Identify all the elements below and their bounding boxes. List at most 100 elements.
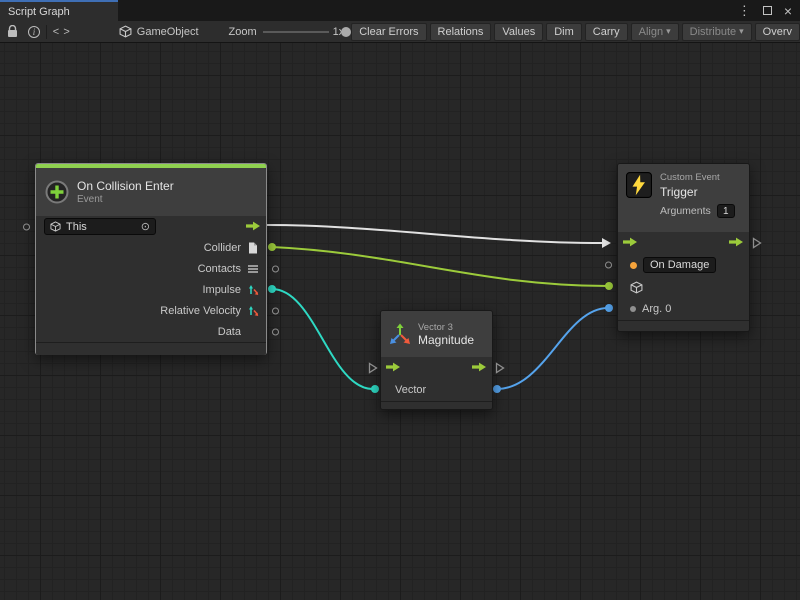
- port-row-collider[interactable]: Collider: [36, 237, 266, 258]
- arg0-row[interactable]: Arg. 0: [618, 298, 749, 320]
- event-name-row[interactable]: On Damage: [618, 254, 749, 276]
- flow-out-port-unconnected[interactable]: [752, 237, 762, 249]
- port-dot-impulse[interactable]: [268, 285, 276, 293]
- arguments-count-field[interactable]: 1: [717, 204, 735, 218]
- target-row[interactable]: [618, 276, 749, 298]
- vector3-mini-icon: [246, 305, 259, 317]
- gameobject-label: GameObject: [137, 26, 199, 38]
- wire-flow-arrowhead: [602, 238, 611, 248]
- port-dot-target[interactable]: [605, 282, 613, 290]
- vector3-mini-icon: [246, 284, 259, 296]
- document-icon: [246, 242, 259, 254]
- port-row-data[interactable]: Data: [36, 321, 266, 342]
- event-icon: [44, 179, 70, 205]
- node-body: Vector: [381, 357, 492, 401]
- graph-canvas[interactable]: On Collision Enter Event This ⊙: [0, 43, 800, 600]
- flow-in-port[interactable]: [386, 359, 401, 377]
- flow-out-port[interactable]: [246, 218, 261, 236]
- node-title: On Collision Enter: [77, 179, 174, 193]
- relations-button[interactable]: Relations: [430, 23, 492, 41]
- lightning-icon: [626, 172, 652, 198]
- node-type-label: Custom Event: [660, 172, 741, 183]
- vector3-icon: [389, 323, 411, 345]
- node-header[interactable]: Vector 3 Magnitude: [381, 311, 492, 357]
- arg0-label: Arg. 0: [642, 303, 671, 315]
- align-button[interactable]: Align▾: [631, 23, 679, 41]
- port-row-relative-velocity[interactable]: Relative Velocity: [36, 300, 266, 321]
- distribute-button[interactable]: Distribute▾: [682, 23, 752, 41]
- node-title: Trigger: [660, 185, 741, 199]
- relative-velocity-port[interactable]: [272, 307, 279, 314]
- node-header[interactable]: Custom Event Trigger Arguments 1: [618, 164, 749, 232]
- arg-port-dot: [630, 306, 636, 312]
- wire-magnitude[interactable]: [497, 308, 608, 389]
- this-dropdown[interactable]: This ⊙: [44, 218, 156, 235]
- overview-button[interactable]: Overv: [755, 23, 800, 41]
- target-port[interactable]: [23, 223, 30, 230]
- clear-errors-button[interactable]: Clear Errors: [351, 23, 426, 41]
- tab-label: Script Graph: [8, 6, 70, 18]
- unity-visual-scripting-window: Script Graph ⋮ × i < > GameObject Zoom 1…: [0, 0, 800, 600]
- lock-icon[interactable]: [7, 25, 18, 38]
- target-row: This ⊙: [36, 216, 266, 237]
- code-icon[interactable]: < >: [53, 26, 71, 38]
- event-name-port[interactable]: [605, 262, 612, 269]
- flow-out-port[interactable]: [472, 359, 487, 377]
- wire-flow[interactable]: [267, 225, 603, 243]
- toolbar-separator: [46, 25, 47, 39]
- graph-toolbar: i < > GameObject Zoom 1x Clear Errors Re…: [0, 21, 800, 43]
- vector-input-row[interactable]: Vector: [381, 379, 492, 401]
- flow-row: [381, 357, 492, 379]
- data-port[interactable]: [272, 328, 279, 335]
- arguments-label: Arguments: [660, 205, 711, 217]
- node-trigger-custom-event[interactable]: Custom Event Trigger Arguments 1: [617, 163, 750, 332]
- values-button[interactable]: Values: [494, 23, 543, 41]
- flow-row: [618, 232, 749, 254]
- port-row-contacts[interactable]: Contacts: [36, 258, 266, 279]
- window-menu-icon[interactable]: ⋮: [738, 4, 751, 17]
- node-type-label: Vector 3: [418, 322, 474, 333]
- flow-out-port[interactable]: [729, 234, 744, 252]
- port-dot-collider[interactable]: [268, 243, 276, 251]
- event-name-field[interactable]: On Damage: [643, 257, 716, 273]
- port-row-impulse[interactable]: Impulse: [36, 279, 266, 300]
- target-value: This: [66, 221, 87, 233]
- chevron-down-icon: ▾: [739, 26, 744, 37]
- info-icon[interactable]: i: [28, 26, 40, 38]
- port-dot-magnitude-out[interactable]: [493, 385, 501, 393]
- wire-impulse[interactable]: [272, 289, 373, 389]
- node-title: Magnitude: [418, 333, 474, 347]
- port-dot-arg0[interactable]: [605, 304, 613, 312]
- node-on-collision-enter[interactable]: On Collision Enter Event This ⊙: [35, 163, 267, 355]
- node-footer: [381, 401, 492, 409]
- flow-out-port-unconnected[interactable]: [495, 362, 505, 374]
- wire-collider[interactable]: [272, 247, 608, 286]
- dim-button[interactable]: Dim: [546, 23, 582, 41]
- port-dot-vector-in[interactable]: [371, 385, 379, 393]
- node-header[interactable]: On Collision Enter Event: [36, 168, 266, 216]
- zoom-label: Zoom: [229, 26, 257, 38]
- close-icon[interactable]: ×: [784, 4, 792, 18]
- cube-icon: [630, 281, 643, 294]
- chevron-down-icon: ▾: [666, 26, 671, 37]
- flow-in-port[interactable]: [623, 234, 638, 252]
- node-body: This ⊙ Collider Contacts: [36, 216, 266, 342]
- maximize-icon[interactable]: [763, 6, 772, 15]
- string-port-dot: [630, 262, 637, 269]
- node-magnitude[interactable]: Vector 3 Magnitude: [380, 310, 493, 410]
- carry-button[interactable]: Carry: [585, 23, 628, 41]
- window-controls: ⋮ ×: [738, 0, 800, 21]
- node-footer: [618, 320, 749, 331]
- flow-in-port-unconnected[interactable]: [368, 362, 378, 374]
- node-footer: [36, 342, 266, 355]
- tab-script-graph[interactable]: Script Graph: [0, 0, 118, 21]
- target-picker-icon[interactable]: ⊙: [141, 220, 150, 233]
- cube-icon: [50, 221, 61, 232]
- zoom-slider[interactable]: [263, 26, 329, 38]
- zoom-slider-knob[interactable]: [341, 27, 351, 37]
- node-body: On Damage Arg. 0: [618, 232, 749, 320]
- node-subtitle: Event: [77, 194, 174, 205]
- list-icon: [246, 264, 259, 274]
- contacts-port[interactable]: [272, 265, 279, 272]
- tab-bar: Script Graph ⋮ ×: [0, 0, 800, 21]
